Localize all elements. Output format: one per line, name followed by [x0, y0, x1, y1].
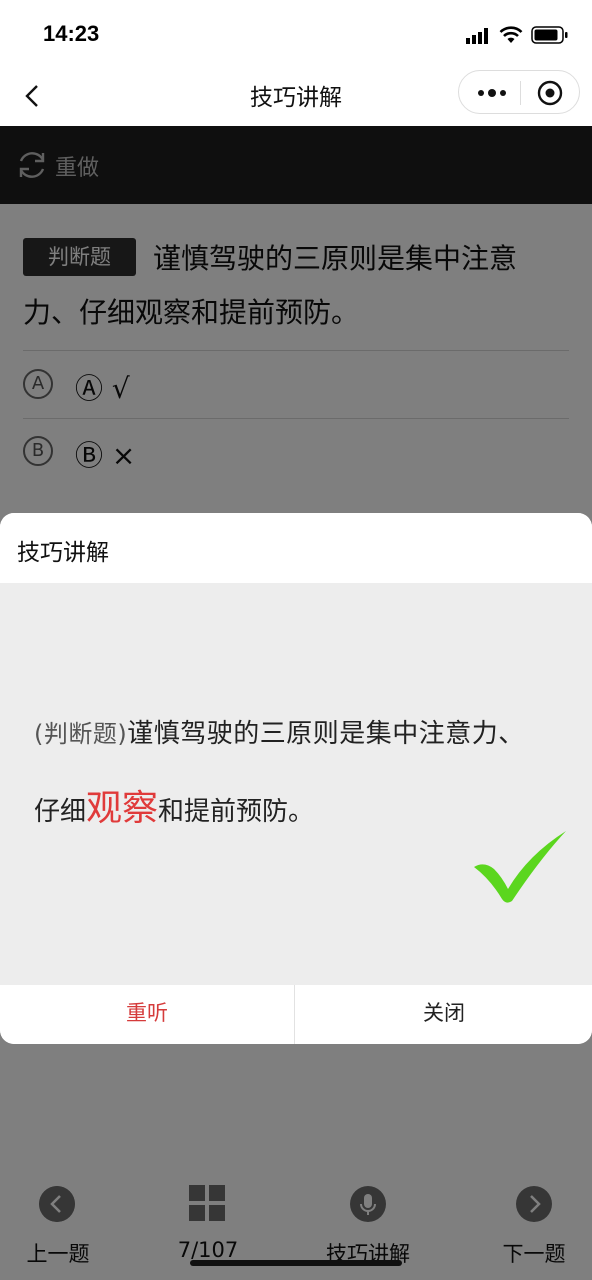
modal-header: 技巧讲解	[0, 513, 592, 583]
battery-icon	[531, 26, 568, 44]
mini-program-capsule	[458, 70, 580, 114]
modal-title: 技巧讲解	[17, 540, 109, 566]
status-time: 14:23	[43, 21, 100, 46]
more-dots-icon[interactable]	[477, 84, 507, 102]
close-miniprogram-icon[interactable]	[537, 80, 563, 106]
explanation-highlight: 观察	[86, 788, 159, 829]
explanation-line-1: (判断题)谨慎驾驶的三原则是集中注意力、	[34, 713, 525, 750]
modal-footer: 重听 关闭	[0, 985, 592, 1044]
capsule-divider	[520, 81, 521, 105]
explanation-line-2: 仔细观察和提前预防。	[34, 779, 314, 831]
close-button[interactable]: 关闭	[296, 985, 592, 1044]
replay-button[interactable]: 重听	[0, 985, 295, 1044]
explanation-text: 仔细	[34, 797, 87, 827]
tips-modal: 技巧讲解 (判断题)谨慎驾驶的三原则是集中注意力、 仔细观察和提前预防。 重听 …	[0, 513, 592, 1044]
modal-explanation-panel: (判断题)谨慎驾驶的三原则是集中注意力、 仔细观察和提前预防。	[0, 583, 592, 985]
wifi-icon	[499, 26, 523, 43]
nav-bar: 技巧讲解	[0, 66, 592, 126]
cellular-signal-icon	[466, 28, 488, 44]
status-bar: 14:23	[0, 0, 592, 66]
explanation-type-tag: (判断题)	[34, 720, 128, 748]
explanation-text: 谨慎驾驶的三原则是集中注意力、	[127, 719, 525, 749]
home-indicator	[190, 1260, 402, 1266]
explanation-text: 和提前预防。	[158, 797, 315, 827]
checkmark-icon	[474, 831, 566, 903]
